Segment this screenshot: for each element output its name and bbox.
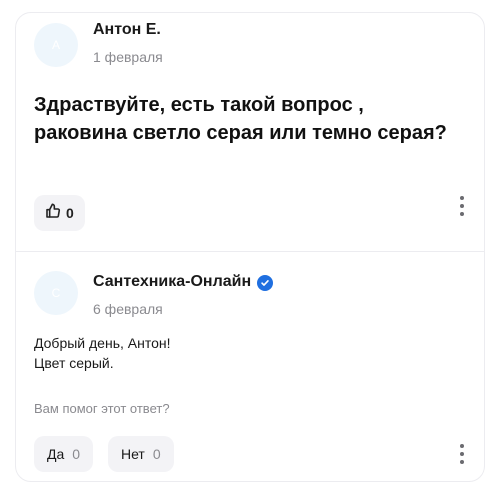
answer-line: Добрый день, Антон!: [34, 335, 171, 351]
vote-yes-button[interactable]: Да 0: [34, 436, 94, 472]
answer-author-line: Сантехника-Онлайн: [93, 273, 274, 291]
vote-no-label: Нет: [121, 446, 145, 462]
question-author-avatar: A: [34, 23, 78, 67]
question-more-menu-icon[interactable]: [454, 193, 470, 219]
answer-line: Цвет серый.: [34, 355, 114, 371]
vote-no-count: 0: [152, 446, 161, 462]
vote-yes-label: Да: [47, 446, 65, 462]
helpful-prompt: Вам помог этот ответ?: [34, 401, 170, 416]
question-text: Здраствуйте, есть такой вопрос , раковин…: [34, 94, 447, 144]
answer-avatar-initial: С: [51, 286, 61, 300]
thumbs-up-icon: [45, 203, 61, 224]
like-count: 0: [66, 205, 74, 221]
vote-yes-count: 0: [72, 446, 81, 462]
vote-no-button[interactable]: Нет 0: [108, 436, 174, 472]
review-card: A Антон Е. 1 февраля Здраствуйте, есть т…: [15, 12, 485, 482]
answer-date: 6 февраля: [93, 301, 163, 317]
question-avatar-initial: A: [51, 38, 60, 52]
answer-author-name: Сантехника-Онлайн: [93, 273, 252, 290]
like-button[interactable]: 0: [34, 195, 85, 231]
answer-more-menu-icon[interactable]: [454, 441, 470, 467]
answer-text: Добрый день, Антон! Цвет серый.: [34, 333, 171, 373]
question-author-name: Антон Е.: [93, 21, 161, 38]
question-date: 1 февраля: [93, 49, 163, 65]
answer-author-avatar: С: [34, 271, 78, 315]
divider: [16, 251, 484, 252]
verified-check-icon: [257, 275, 274, 291]
